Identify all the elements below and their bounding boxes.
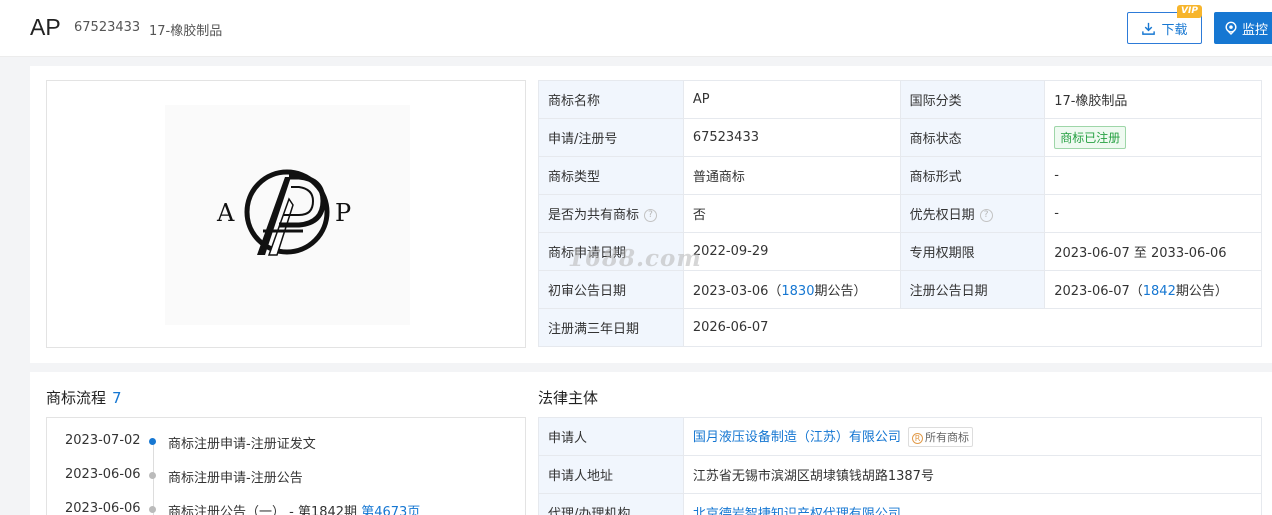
timeline-line: [153, 444, 154, 515]
timeline-date: 2023-06-06: [65, 467, 141, 482]
value-priority-date: -: [1044, 194, 1262, 233]
label-type: 商标类型: [538, 156, 684, 195]
flow-title: 商标流程: [46, 389, 107, 407]
label-reg-announce-date: 注册公告日期: [899, 270, 1046, 309]
value-exclusive-period: 2023-06-07 至 2033-06-06: [1044, 232, 1262, 271]
trademark-logo: A P: [216, 169, 351, 256]
label-trademark-name: 商标名称: [538, 80, 684, 119]
table-row: 商标名称 AP 国际分类 17-橡胶制品: [538, 80, 1262, 119]
timeline-dot: [149, 438, 156, 445]
monitor-button[interactable]: 监控: [1214, 12, 1272, 44]
applicant-link[interactable]: 国月液压设备制造（江苏）有限公司: [693, 430, 901, 445]
logo-letter-p: P: [335, 199, 351, 227]
agent-link[interactable]: 北京德岩智捷知识产权代理有限公司: [693, 507, 901, 515]
flow-timeline: 2023-07-02 商标注册申请-注册证发文 2023-06-06 商标注册申…: [46, 417, 526, 515]
value-intl-class: 17-橡胶制品: [1044, 80, 1262, 119]
download-label: 下载: [1161, 22, 1188, 38]
location-pin-icon: [1225, 21, 1237, 35]
registered-icon: R: [912, 433, 924, 444]
value-apply-date: 2022-09-29: [682, 232, 901, 271]
flow-section-title: 商标流程 7: [46, 387, 122, 408]
timeline-text: 商标注册申请-注册证发文: [168, 437, 316, 452]
label-three-years: 注册满三年日期: [538, 308, 684, 347]
value-trademark-name: AP: [682, 80, 901, 119]
international-class: 17-橡胶制品: [149, 24, 223, 39]
trademark-details-table: 商标名称 AP 国际分类 17-橡胶制品 申请/注册号 67523433 商标状…: [538, 80, 1263, 347]
timeline-dot: [149, 506, 156, 513]
value-shared: 否: [682, 194, 901, 233]
registration-number: 67523433: [74, 20, 141, 35]
timeline-text: 商标注册申请-注册公告: [168, 471, 303, 486]
table-row: 商标类型 普通商标 商标形式 -: [538, 156, 1262, 195]
label-shared: 是否为共有商标: [548, 208, 640, 223]
page-link[interactable]: 第4673页: [361, 505, 420, 515]
value-form: -: [1044, 156, 1262, 195]
table-row: 初审公告日期 2023-03-06（1830期公告） 注册公告日期 2023-0…: [538, 270, 1262, 309]
label-prelim-date: 初审公告日期: [538, 270, 684, 309]
trademark-image-box[interactable]: A P: [46, 80, 526, 348]
monitor-label: 监控: [1242, 22, 1269, 38]
label-form: 商标形式: [899, 156, 1046, 195]
flow-count: 7: [112, 389, 122, 407]
prelim-suffix: 期公告）: [814, 284, 867, 299]
help-icon[interactable]: ?: [644, 209, 658, 222]
table-row: 是否为共有商标? 否 优先权日期? -: [538, 194, 1262, 233]
table-row: 申请/注册号 67523433 商标状态 商标已注册: [538, 118, 1262, 157]
download-icon: [1142, 22, 1156, 35]
trademark-title: AP: [30, 14, 61, 40]
timeline-text: 商标注册公告（一） - 第1842期: [168, 505, 362, 515]
timeline-date: 2023-06-06: [65, 501, 141, 515]
value-three-years: 2026-06-07: [682, 308, 1263, 347]
value-reg-number: 67523433: [682, 118, 901, 157]
watermark: 1688.com: [568, 245, 702, 272]
label-intl-class: 国际分类: [899, 80, 1046, 119]
logo-letter-a: A: [216, 199, 235, 227]
value-type: 普通商标: [682, 156, 901, 195]
label-priority-date: 优先权日期: [909, 208, 975, 223]
prelim-date-text: 2023-03-06（: [692, 284, 782, 299]
legal-entity-table: 申请人 国月液压设备制造（江苏）有限公司 R 所有商标 申请人地址 江苏省无锡市滨…: [538, 417, 1263, 515]
status-badge: 商标已注册: [1054, 126, 1127, 149]
label-exclusive-period: 专用权期限: [899, 232, 1046, 271]
vip-badge: VIP: [1177, 5, 1202, 18]
reg-announce-suffix: 期公告）: [1175, 284, 1228, 299]
table-row: 注册满三年日期 2026-06-07: [538, 308, 1263, 347]
timeline-dot: [149, 472, 156, 479]
prelim-issue-link[interactable]: 1830: [781, 284, 814, 299]
table-row: 申请人 国月液压设备制造（江苏）有限公司 R 所有商标: [538, 417, 1263, 456]
label-reg-number: 申请/注册号: [538, 118, 684, 157]
table-row: 申请人地址 江苏省无锡市滨湖区胡埭镇钱胡路1387号: [538, 455, 1263, 494]
label-agent: 代理/办理机构: [538, 493, 684, 515]
value-applicant-address: 江苏省无锡市滨湖区胡埭镇钱胡路1387号: [682, 455, 1263, 494]
timeline-date: 2023-07-02: [65, 433, 141, 448]
reg-issue-link[interactable]: 1842: [1143, 284, 1176, 299]
all-marks-label: 所有商标: [925, 431, 970, 444]
help-icon[interactable]: ?: [979, 209, 993, 222]
legal-section-title: 法律主体: [538, 389, 599, 407]
label-applicant: 申请人: [538, 417, 684, 456]
table-row: 代理/办理机构 北京德岩智捷知识产权代理有限公司: [538, 493, 1263, 515]
label-applicant-address: 申请人地址: [538, 455, 684, 494]
reg-announce-text: 2023-06-07（: [1054, 284, 1143, 299]
label-status: 商标状态: [899, 118, 1046, 157]
all-marks-tag[interactable]: R 所有商标: [908, 427, 974, 447]
page-header: AP 67523433 17-橡胶制品 下载 VIP 监控: [0, 0, 1272, 57]
